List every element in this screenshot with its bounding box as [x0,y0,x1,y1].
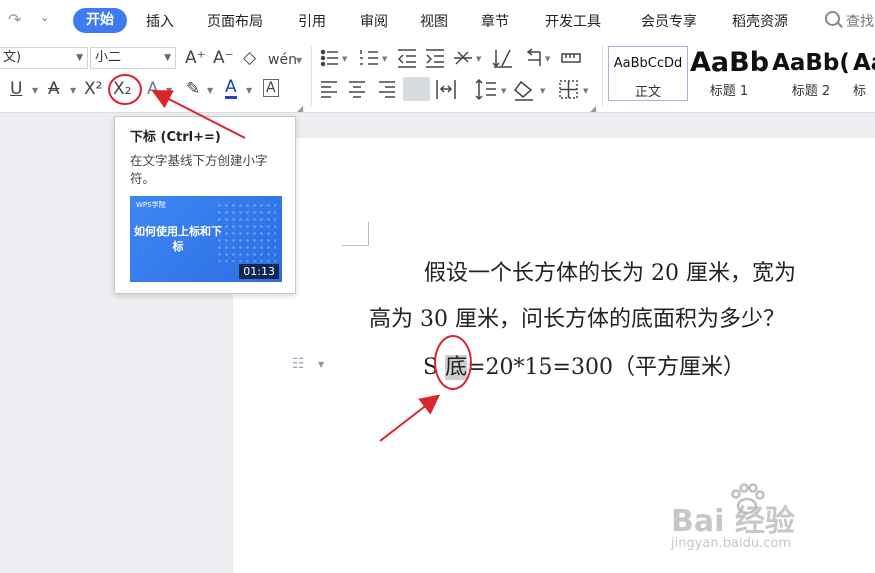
tab-insert[interactable]: 插入 [146,11,174,31]
baidu-jingyan-watermark: Bai 经验 jingyan.baidu.com [665,480,865,565]
tooltip-title: 下标 (Ctrl+=) [130,130,221,145]
style-sample: AaBb [690,47,768,78]
page-margin-mark [342,222,369,246]
tab-developer[interactable]: 开发工具 [545,11,601,31]
font-shrink-icon[interactable]: A⁻ [213,48,234,68]
watermark-logo-text: Bai 经验 [671,504,795,539]
style-heading-1[interactable]: AaBb 标题 1 [690,46,768,101]
underline-icon[interactable]: U [10,79,22,99]
font-size-select[interactable]: 小二 ▼ [90,47,176,69]
search-label[interactable]: 查找 [846,11,874,31]
search-icon[interactable] [825,11,840,26]
style-name: 标题 1 [709,84,749,99]
paragraph-group: ▼ ▼ ▼ ▼ ▼ ▼ ▼ [320,48,588,101]
tab-member[interactable]: 会员专享 [641,11,697,31]
phonetic-guide-icon[interactable]: wén [268,50,297,70]
chevron-down-icon[interactable]: ▼ [166,86,172,95]
chevron-down-icon[interactable]: ▼ [545,55,551,63]
video-title: 如何使用上标和下标 [134,225,222,253]
chevron-down-icon[interactable]: ▼ [342,55,348,63]
tab-home[interactable]: 开始 [73,8,127,33]
align-right-icon[interactable] [379,81,395,98]
style-normal[interactable]: AaBbCcDd 正文 [608,46,688,101]
text-direction-icon[interactable] [454,51,472,65]
chevron-down-icon[interactable]: ▼ [540,87,546,95]
watermark-url: jingyan.baidu.com [671,536,791,551]
video-brand: WPS学院 [136,201,166,209]
highlight-icon[interactable]: ✎ [186,79,200,99]
distributed-align-icon[interactable] [436,80,456,99]
strikethrough-icon[interactable]: A [48,79,60,99]
tab-review[interactable]: 审阅 [360,11,388,31]
tab-bar: ↷ ⌄ 开始 插入 页面布局 引用 审阅 视图 章节 开发工具 会员专享 稻壳资… [0,0,875,40]
chevron-down-icon[interactable]: ▼ [318,360,324,369]
formula-text: =20*15=300（平方厘米） [467,355,745,380]
font-color-icon[interactable]: A [225,78,237,99]
font-name-select[interactable]: 文) ▼ [0,47,88,69]
quick-access-dropdown[interactable]: ⌄ [40,11,49,24]
shading-icon[interactable] [513,80,533,101]
style-heading-2[interactable]: AaBb( 标题 2 [771,46,851,101]
tab-view[interactable]: 视图 [420,11,448,31]
increase-indent-icon[interactable] [426,49,444,68]
style-name: 标题 2 [791,84,831,99]
tab-docer-resources[interactable]: 稻壳资源 [732,11,788,31]
align-center-icon[interactable] [349,81,365,98]
superscript-icon[interactable]: X² [84,79,102,99]
align-justify-active-bg [403,77,430,101]
bullet-list-icon[interactable] [320,49,339,67]
chevron-down-icon[interactable]: ▼ [501,87,507,95]
doc-line-1[interactable]: 假设一个长方体的长为 20 厘米，宽为 [424,255,796,287]
font-dialog-launcher-icon[interactable]: ◢ [297,104,303,113]
clear-format-icon[interactable]: ◇ [243,48,256,68]
chevron-down-icon: ▼ [76,53,83,63]
numbered-list-icon[interactable] [360,50,378,65]
font-grow-icon[interactable]: A⁺ [185,48,206,68]
chevron-down-icon[interactable]: ▼ [296,56,302,65]
chevron-down-icon[interactable]: ▼ [32,86,38,95]
ribbon-divider [602,46,603,106]
style-sample: Aa [853,50,875,76]
align-left-icon[interactable] [321,81,337,98]
ruler-icon[interactable] [561,53,581,63]
ribbon-divider [311,46,312,106]
style-heading-3[interactable]: Aa 标 [853,46,875,101]
character-border-icon[interactable]: A [263,79,279,97]
doc-line-2[interactable]: 高为 30 厘米，问长方体的底面积为多少？ [369,301,785,333]
chevron-down-icon[interactable]: ▼ [476,55,482,63]
chevron-down-icon[interactable]: ▼ [207,86,213,95]
style-sample: AaBbCcDd [613,56,683,71]
subscript-highlight-circle [108,74,142,105]
chevron-down-icon[interactable]: ▼ [583,87,588,95]
style-sample: AaBb( [772,50,850,76]
chevron-down-icon[interactable]: ▼ [70,86,76,95]
tooltip-description: 在文字基线下方创建小字符。 [130,153,268,186]
chevron-down-icon[interactable]: ▼ [382,55,388,63]
subscript-tooltip: 下标 (Ctrl+=) 在文字基线下方创建小字符。 WPS学院 如何使用上标和下… [114,116,296,294]
tutorial-video-thumbnail[interactable]: WPS学院 如何使用上标和下标 01:13 [130,196,282,282]
paragraph-layout-icon[interactable]: ☷ [292,356,305,372]
chevron-down-icon[interactable]: ▼ [246,86,252,95]
redo-icon[interactable]: ↷ [8,10,21,29]
borders-icon[interactable] [559,80,578,99]
tab-chapter[interactable]: 章节 [481,11,509,31]
paragraph-marks-icon[interactable] [526,48,541,66]
chevron-down-icon: ▼ [164,53,171,63]
video-duration: 01:13 [239,264,279,279]
selected-char-highlight-circle [434,335,472,390]
decrease-indent-icon[interactable] [397,49,416,68]
paragraph-dialog-launcher-icon[interactable]: ◢ [590,104,596,113]
style-name: 正文 [634,85,661,100]
font-name-value: 文) [3,50,22,65]
font-size-value: 小二 [95,50,122,65]
tab-references[interactable]: 引用 [298,11,326,31]
tab-page-layout[interactable]: 页面布局 [207,11,263,31]
line-spacing-icon[interactable] [475,78,496,101]
sort-icon[interactable] [492,49,512,68]
style-name: 标 [853,84,867,99]
text-effect-icon[interactable]: A [147,79,159,99]
